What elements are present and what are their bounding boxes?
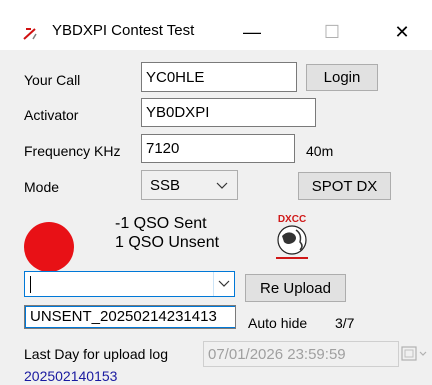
chevron-down-icon (218, 280, 230, 287)
unsent-log-combo[interactable] (24, 271, 235, 297)
upload-counter: 3/7 (335, 315, 355, 331)
combo-dropdown-button[interactable] (213, 272, 234, 296)
window-title: YBDXPI Contest Test (52, 22, 195, 39)
calendar-dropdown-icon (401, 346, 427, 361)
qso-sent-text: -1 QSO Sent (115, 215, 207, 232)
last-day-date-field: 07/01/2026 23:59:59 (203, 341, 399, 367)
auto-hide-label: Auto hide (248, 315, 308, 331)
frequency-input[interactable]: 7120 (141, 134, 295, 163)
svg-text:DXCC: DXCC (278, 214, 306, 225)
maximize-button[interactable]: ☐ (302, 14, 362, 50)
band-value: 40m (306, 143, 334, 159)
unsent-log-dropdown[interactable]: UNSENT_20250214231413 (24, 305, 236, 329)
dropdown-item-unsent[interactable]: UNSENT_20250214231413 (25, 306, 235, 328)
qso-unsent-text: 1 QSO Unsent (115, 234, 220, 251)
your-call-label: Your Call (24, 72, 81, 88)
mode-label: Mode (24, 179, 60, 195)
status-led (24, 222, 74, 272)
dxcc-logo: DXCC (276, 214, 308, 259)
text-caret (30, 276, 31, 293)
chevron-down-icon (216, 182, 228, 189)
re-upload-button[interactable]: Re Upload (245, 274, 346, 302)
frequency-label: Frequency KHz (24, 143, 121, 159)
activator-input[interactable]: YB0DXPI (141, 98, 316, 127)
close-button[interactable]: ✕ (372, 14, 432, 50)
last-day-label: Last Day for upload log (24, 346, 168, 362)
mode-select-value: SSB (150, 176, 181, 194)
spot-dx-button[interactable]: SPOT DX (298, 172, 391, 200)
login-button[interactable]: Login (306, 64, 378, 91)
activator-label: Activator (24, 107, 79, 123)
app-icon (22, 27, 38, 41)
session-id: 202502140153 (24, 368, 118, 384)
minimize-button[interactable]: — (222, 14, 282, 50)
mode-select[interactable]: SSB (141, 170, 238, 200)
your-call-input[interactable]: YC0HLE (141, 62, 297, 92)
